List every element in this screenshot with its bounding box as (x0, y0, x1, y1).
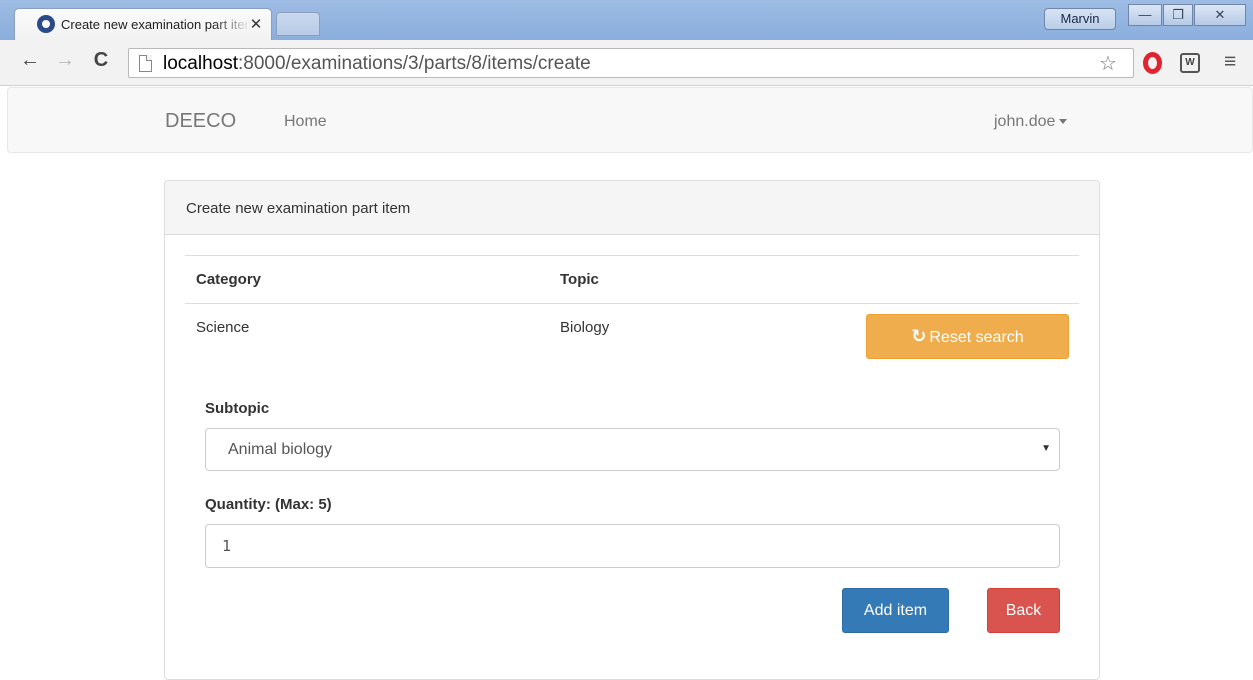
browser-tab[interactable]: Create new examination part item ✕ (14, 8, 272, 40)
tab-close-icon[interactable]: ✕ (247, 15, 265, 33)
profile-button[interactable]: Marvin (1044, 8, 1116, 30)
extension-icon[interactable]: W (1180, 53, 1200, 73)
table-header-category: Category (196, 271, 262, 288)
reset-search-button[interactable]: ↻ Reset search (866, 314, 1069, 359)
reload-icon[interactable]: C (88, 49, 114, 72)
back-arrow-icon[interactable]: ← (17, 49, 43, 72)
quantity-input[interactable]: 1 (205, 524, 1060, 568)
subtopic-select[interactable]: Animal biology ▼ (205, 428, 1060, 471)
url-text: localhost:8000/examinations/3/parts/8/it… (163, 53, 591, 75)
caret-down-icon (1059, 119, 1068, 125)
page-icon (139, 55, 152, 72)
close-window-button[interactable]: ✕ (1194, 4, 1246, 26)
brand-link[interactable]: DEECO (165, 110, 236, 133)
panel-title: Create new examination part item (186, 200, 411, 217)
quantity-value: 1 (222, 537, 232, 555)
browser-menu-icon[interactable]: ≡ (1224, 50, 1236, 74)
add-item-button[interactable]: Add item (842, 588, 949, 633)
table-header-border (185, 303, 1079, 304)
user-name: john.doe (994, 113, 1056, 130)
chevron-down-icon: ▼ (1041, 443, 1051, 454)
table-cell-category: Science (196, 319, 250, 336)
table-top-border (185, 255, 1079, 256)
address-bar[interactable]: localhost:8000/examinations/3/parts/8/it… (128, 48, 1134, 78)
restore-button[interactable]: ❐ (1163, 4, 1193, 26)
site-navbar: DEECO Home john.doe (7, 87, 1253, 153)
quantity-label: Quantity: (Max: 5) (205, 496, 332, 513)
reset-search-label: Reset search (929, 329, 1024, 346)
refresh-icon: ↻ (911, 326, 927, 346)
site-favicon-icon (37, 15, 55, 33)
tab-title: Create new examination part item (61, 17, 251, 32)
create-item-panel: Create new examination part item Categor… (164, 180, 1100, 680)
panel-heading: Create new examination part item (165, 181, 1099, 235)
browser-titlebar: Create new examination part item ✕ Marvi… (0, 0, 1253, 40)
subtopic-label: Subtopic (205, 400, 270, 417)
url-host: localhost (163, 53, 238, 74)
new-tab-button[interactable] (276, 12, 320, 36)
subtopic-selected-value: Animal biology (228, 441, 333, 458)
table-header-topic: Topic (560, 271, 599, 288)
nav-home-link[interactable]: Home (284, 113, 327, 131)
url-path: :8000/examinations/3/parts/8/items/creat… (238, 53, 591, 74)
minimize-button[interactable]: — (1128, 4, 1162, 26)
table-cell-topic: Biology (560, 319, 610, 336)
browser-toolbar: ← → C localhost:8000/examinations/3/part… (0, 40, 1253, 86)
back-button[interactable]: Back (987, 588, 1060, 633)
opera-extension-icon[interactable] (1143, 52, 1162, 74)
user-dropdown[interactable]: john.doe (994, 113, 1068, 131)
bookmark-star-icon[interactable]: ☆ (1099, 51, 1117, 76)
forward-arrow-icon[interactable]: → (52, 49, 78, 72)
